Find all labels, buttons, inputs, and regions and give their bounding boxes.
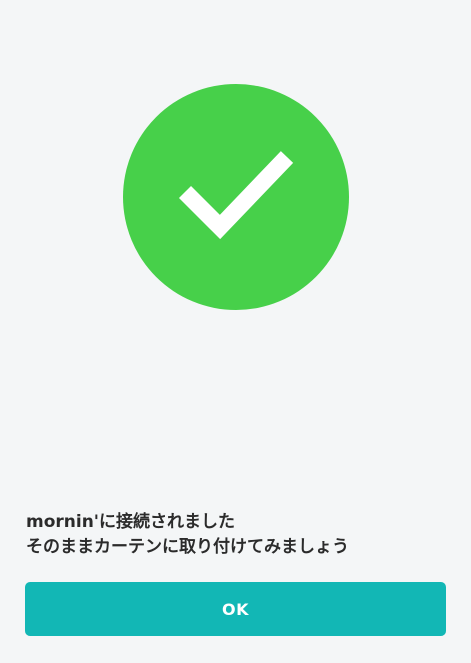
installation-instruction-text: そのままカーテンに取り付けてみましょう — [26, 537, 349, 557]
checkmark-icon — [178, 151, 294, 240]
success-status-circle — [123, 84, 349, 310]
connection-status-text: mornin'に接続されました — [26, 512, 236, 532]
ok-button[interactable]: OK — [25, 582, 446, 636]
connection-message: mornin'に接続されました そのままカーテンに取り付けてみましょう — [26, 510, 446, 560]
